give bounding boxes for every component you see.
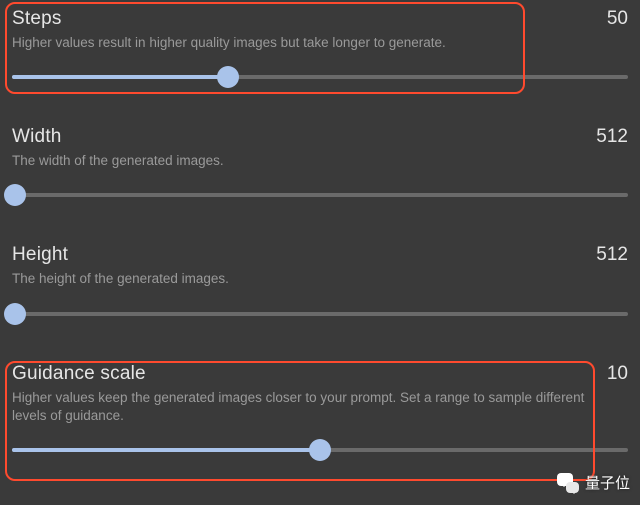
watermark-text: 量子位 xyxy=(585,472,630,493)
row-header: Height 512 xyxy=(12,244,628,266)
guidance-description: Higher values keep the generated images … xyxy=(12,389,602,425)
height-label: Height xyxy=(12,244,68,266)
slider-thumb[interactable] xyxy=(217,66,239,88)
height-value: 512 xyxy=(596,244,628,266)
width-label: Width xyxy=(12,126,62,148)
slider-row-steps: Steps 50 Higher values result in higher … xyxy=(12,8,628,88)
slider-thumb[interactable] xyxy=(4,184,26,206)
slider-track-fill xyxy=(12,448,320,452)
slider-track-fill xyxy=(12,75,228,79)
slider-thumb[interactable] xyxy=(309,439,331,461)
slider-track xyxy=(12,312,628,316)
width-description: The width of the generated images. xyxy=(12,152,602,170)
guidance-value: 10 xyxy=(607,363,628,385)
guidance-slider[interactable] xyxy=(12,439,628,461)
slider-thumb[interactable] xyxy=(4,303,26,325)
steps-value: 50 xyxy=(607,8,628,30)
steps-label: Steps xyxy=(12,8,62,30)
slider-row-width: Width 512 The width of the generated ima… xyxy=(12,126,628,206)
settings-panel: Steps 50 Higher values result in higher … xyxy=(0,0,640,461)
width-value: 512 xyxy=(596,126,628,148)
row-header: Guidance scale 10 xyxy=(12,363,628,385)
steps-slider[interactable] xyxy=(12,66,628,88)
slider-row-height: Height 512 The height of the generated i… xyxy=(12,244,628,324)
watermark: 量子位 xyxy=(557,472,630,493)
wechat-icon xyxy=(557,473,579,493)
width-slider[interactable] xyxy=(12,184,628,206)
height-slider[interactable] xyxy=(12,303,628,325)
row-header: Steps 50 xyxy=(12,8,628,30)
steps-description: Higher values result in higher quality i… xyxy=(12,34,602,52)
height-description: The height of the generated images. xyxy=(12,270,602,288)
guidance-label: Guidance scale xyxy=(12,363,146,385)
slider-track xyxy=(12,193,628,197)
slider-row-guidance: Guidance scale 10 Higher values keep the… xyxy=(12,363,628,461)
row-header: Width 512 xyxy=(12,126,628,148)
